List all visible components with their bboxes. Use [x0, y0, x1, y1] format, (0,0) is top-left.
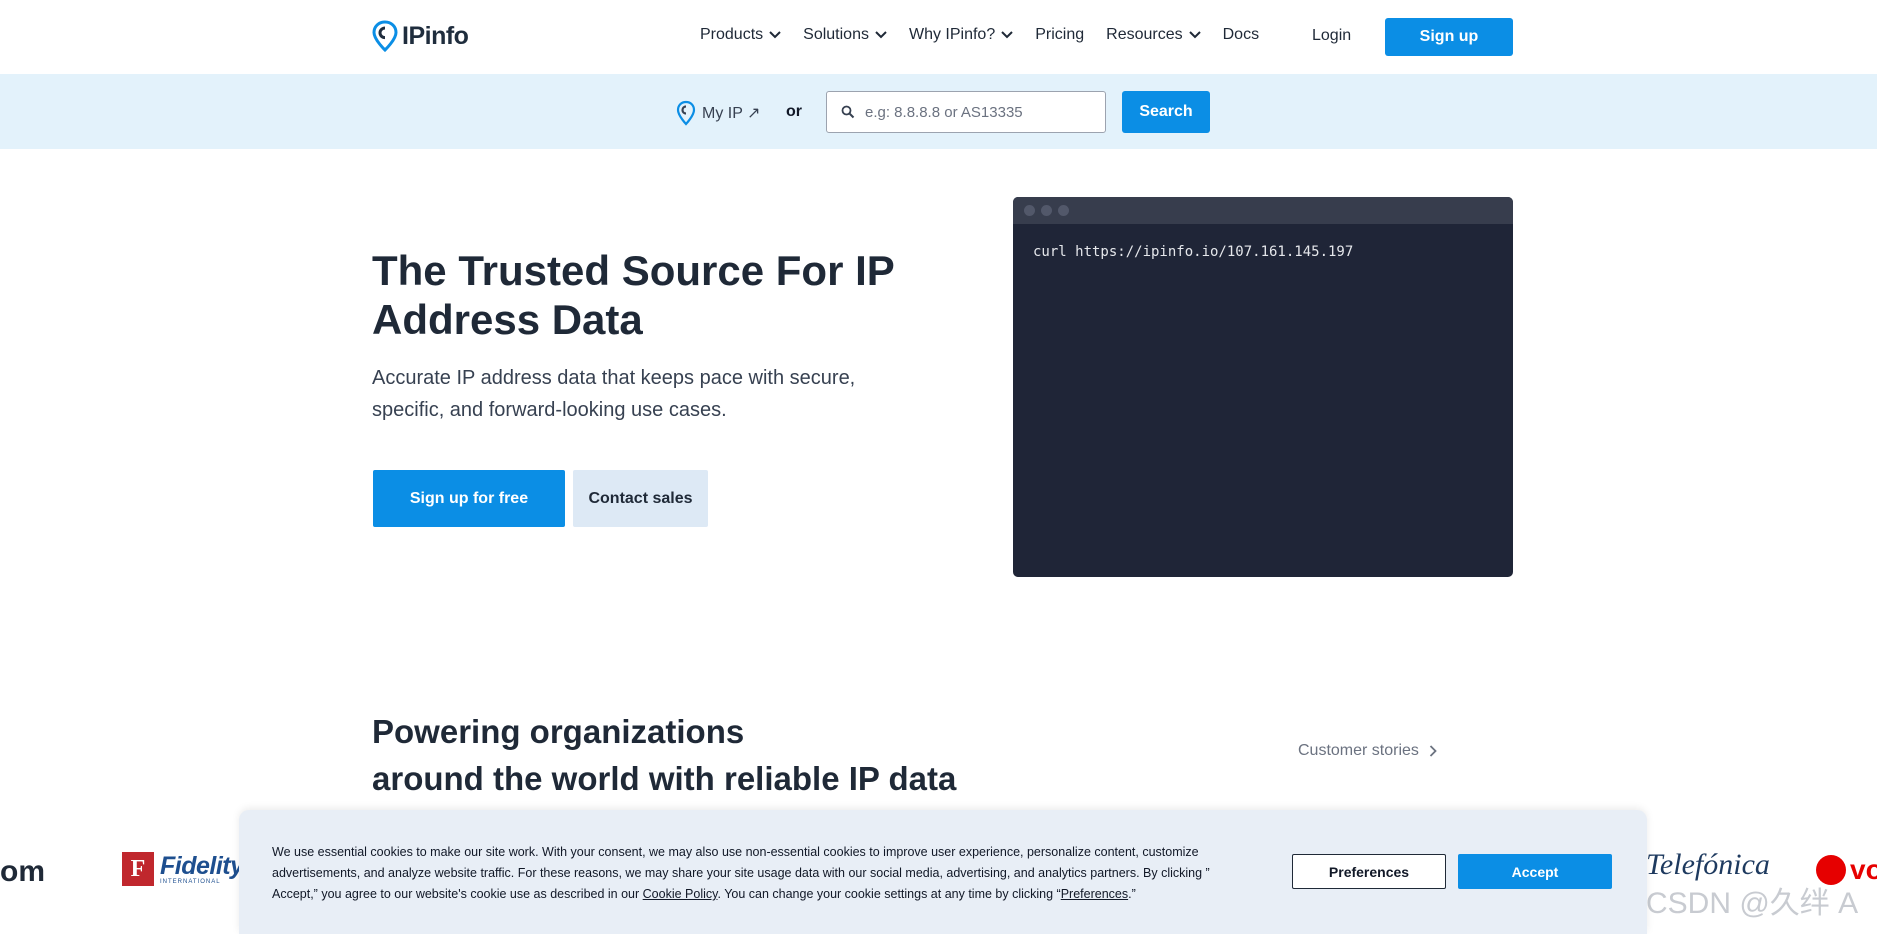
logo-text: IPinfo	[402, 21, 469, 50]
menu-item-why-ipinfo[interactable]: Why IPinfo?	[909, 26, 1013, 44]
my-ip-label: My IP ↗	[702, 105, 761, 122]
login-link[interactable]: Login	[1312, 27, 1351, 45]
hero-title: The Trusted Source For IP Address Data	[372, 247, 895, 343]
preferences-link[interactable]: Preferences	[1061, 887, 1128, 901]
location-pin-icon	[676, 100, 696, 126]
menu-item-label: Docs	[1222, 26, 1260, 43]
customer-stories-link[interactable]: Customer stories	[1298, 742, 1437, 760]
chevron-down-icon	[875, 31, 887, 39]
menu-item-label: Why IPinfo?	[908, 26, 996, 43]
fidelity-logo: F Fidelity INTERNATIONAL	[122, 852, 244, 886]
cookie-text: We use essential cookies to make our sit…	[272, 842, 1212, 905]
menu-item-products[interactable]: Products	[700, 26, 781, 44]
signup-free-button[interactable]: Sign up for free	[373, 470, 565, 527]
powering-title: Powering organizations around the world …	[372, 708, 1072, 802]
or-label: or	[786, 103, 802, 120]
cookie-text-part: .”	[1128, 887, 1136, 901]
api-terminal: curl https://ipinfo.io/107.161.145.197	[1013, 197, 1513, 577]
customer-stories-label: Customer stories	[1298, 742, 1419, 759]
main-menu: Products Solutions Why IPinfo? Pricing R…	[700, 26, 1281, 44]
menu-item-docs[interactable]: Docs	[1223, 26, 1259, 44]
menu-item-label: Products	[700, 26, 764, 43]
search-input[interactable]	[865, 103, 1085, 121]
window-dot	[1058, 205, 1069, 216]
hero-subtitle: Accurate IP address data that keeps pace…	[372, 367, 856, 421]
fidelity-mark-icon: F	[122, 852, 154, 886]
my-ip-link[interactable]: My IP ↗	[676, 100, 760, 126]
menu-item-pricing[interactable]: Pricing	[1035, 26, 1084, 44]
csdn-watermark: CSDN @久绊 A	[1646, 887, 1859, 920]
menu-item-label: Pricing	[1035, 26, 1085, 43]
terminal-command[interactable]: curl https://ipinfo.io/107.161.145.197	[1013, 224, 1513, 260]
telefonica-logo: Telefónica	[1646, 848, 1770, 881]
search-icon	[841, 105, 855, 119]
top-nav: IPinfo Products Solutions Why IPinfo? Pr…	[0, 0, 1877, 74]
menu-item-resources[interactable]: Resources	[1106, 26, 1201, 44]
ipinfo-logo[interactable]: IPinfo	[372, 20, 469, 52]
cookie-policy-link[interactable]: Cookie Policy	[643, 887, 718, 901]
cookie-banner: We use essential cookies to make our sit…	[239, 810, 1647, 934]
search-field[interactable]	[826, 91, 1106, 133]
accept-button[interactable]: Accept	[1458, 854, 1612, 889]
ip-search-strip: My IP ↗ or Search	[0, 74, 1877, 149]
chevron-down-icon	[1188, 31, 1201, 39]
preferences-button[interactable]: Preferences	[1292, 854, 1446, 889]
menu-item-label: Resources	[1106, 26, 1183, 43]
customer-logo-partial: om	[0, 855, 45, 888]
window-dot	[1041, 205, 1052, 216]
menu-item-label: Solutions	[803, 26, 869, 43]
chevron-down-icon	[1001, 31, 1013, 39]
chevron-down-icon	[769, 31, 781, 39]
powering-title-line2: around the world with reliable IP data	[372, 760, 957, 797]
menu-item-solutions[interactable]: Solutions	[803, 26, 887, 44]
terminal-title-bar	[1013, 197, 1513, 224]
fidelity-wordmark: Fidelity	[160, 851, 244, 880]
cookie-text-part: . You can change your cookie settings at…	[717, 887, 1061, 901]
contact-sales-button[interactable]: Contact sales	[573, 470, 708, 527]
powering-title-line1: Powering organizations	[372, 713, 745, 750]
signup-button[interactable]: Sign up	[1385, 18, 1513, 56]
window-dot	[1024, 205, 1035, 216]
chevron-right-icon	[1429, 745, 1437, 757]
location-pin-icon	[372, 20, 398, 52]
search-button[interactable]: Search	[1122, 91, 1210, 133]
